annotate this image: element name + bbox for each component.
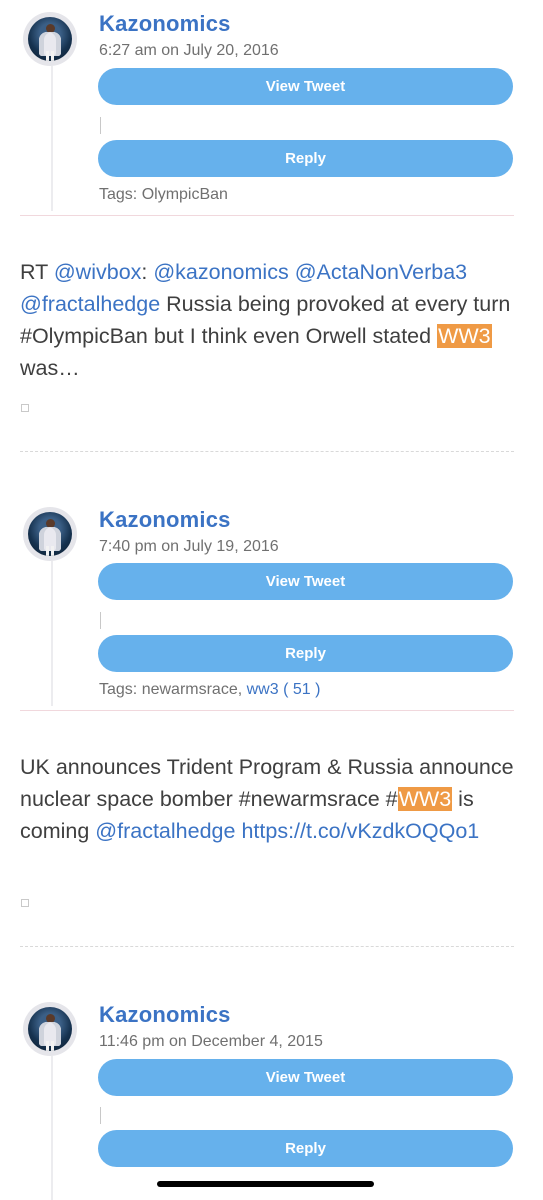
retweet-prefix: RT	[20, 260, 54, 284]
avatar-photo	[28, 17, 72, 61]
separator	[100, 612, 101, 629]
search-highlight: WW3	[397, 787, 453, 811]
avatar-photo	[28, 512, 72, 556]
avatar[interactable]	[23, 12, 77, 66]
small-square-icon	[21, 899, 29, 907]
author-name[interactable]: Kazonomics	[99, 507, 231, 533]
tweet-text: UK announces Trident Program & Russia an…	[20, 751, 525, 847]
tags-prefix: Tags:	[99, 186, 142, 203]
url-link[interactable]: https://t.co/vKzdkOQQo1	[241, 819, 479, 843]
text-fragment: was…	[20, 356, 80, 380]
thread-line	[51, 561, 53, 706]
tag-value: newarmsrace,	[141, 681, 247, 698]
small-square-icon	[21, 404, 29, 412]
dashed-divider	[20, 451, 514, 452]
thread-line	[51, 66, 53, 211]
tweet-text: RT @wivbox: @kazonomics @ActaNonVerba3 @…	[20, 256, 525, 384]
view-tweet-button[interactable]: View Tweet	[98, 68, 513, 105]
tag-link-ww3[interactable]: ww3 ( 51 )	[247, 681, 321, 698]
mention-link[interactable]: @kazonomics	[153, 260, 288, 284]
mention-link[interactable]: @fractalhedge	[95, 819, 235, 843]
divider	[20, 710, 514, 711]
view-tweet-button[interactable]: View Tweet	[98, 1059, 513, 1096]
author-name[interactable]: Kazonomics	[99, 11, 231, 37]
author-name[interactable]: Kazonomics	[99, 1002, 231, 1028]
search-highlight: WW3	[437, 324, 492, 348]
home-indicator[interactable]	[157, 1181, 374, 1187]
tags: Tags: newarmsrace, ww3 ( 51 )	[99, 681, 320, 699]
thread-line	[51, 1056, 53, 1200]
reply-button[interactable]: Reply	[98, 140, 513, 177]
tags-prefix: Tags:	[99, 681, 142, 698]
avatar[interactable]	[23, 507, 77, 561]
mention-link[interactable]: @ActaNonVerba3	[295, 260, 467, 284]
reply-button[interactable]: Reply	[98, 1130, 513, 1167]
timestamp: 11:46 pm on December 4, 2015	[99, 1033, 323, 1050]
mention-link[interactable]: @wivbox	[54, 260, 142, 284]
mention-link[interactable]: @fractalhedge	[20, 292, 160, 316]
reply-button[interactable]: Reply	[98, 635, 513, 672]
view-tweet-button[interactable]: View Tweet	[98, 563, 513, 600]
tags: Tags: OlympicBan	[99, 186, 228, 204]
text-fragment: :	[141, 260, 154, 284]
separator	[100, 117, 101, 134]
divider	[20, 215, 514, 216]
avatar-photo	[28, 1007, 72, 1051]
timestamp: 6:27 am on July 20, 2016	[99, 42, 279, 59]
timestamp: 7:40 pm on July 19, 2016	[99, 538, 279, 555]
dashed-divider	[20, 946, 514, 947]
separator	[100, 1107, 101, 1124]
tag-value: OlympicBan	[141, 186, 228, 203]
avatar[interactable]	[23, 1002, 77, 1056]
